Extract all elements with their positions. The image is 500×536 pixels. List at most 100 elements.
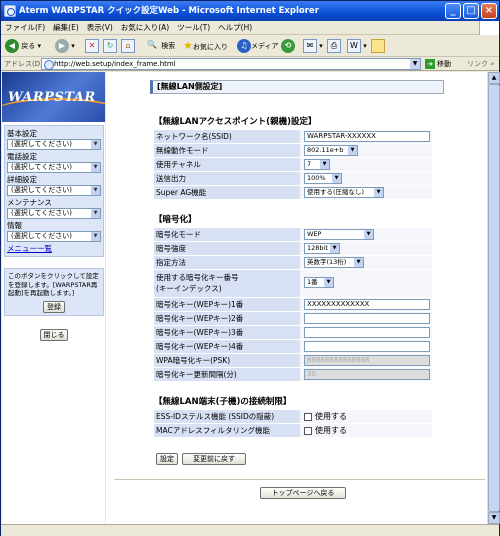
history-button[interactable]: ⟲ xyxy=(281,38,295,54)
refresh-button[interactable]: ↻ xyxy=(103,38,117,54)
links-button[interactable]: リンク » xyxy=(467,57,495,71)
menu-tools[interactable]: ツール(T) xyxy=(173,21,214,35)
menu-edit[interactable]: 編集(E) xyxy=(49,21,83,35)
stop-icon: ✕ xyxy=(85,39,99,53)
ssid-row: ネットワーク名(SSID) WARPSTAR-XXXXXX xyxy=(154,130,432,144)
links-label: リンク xyxy=(467,60,488,68)
mail-button[interactable]: ✉ ▾ xyxy=(303,38,323,54)
folder-icon xyxy=(371,39,385,53)
address-url: http://web.setup/index_frame.html xyxy=(54,60,176,68)
media-label: メディア xyxy=(251,42,279,50)
menu-help[interactable]: ヘルプ(H) xyxy=(214,21,256,35)
channel-select[interactable]: 7 xyxy=(304,159,330,170)
menu-favorites[interactable]: お気に入り(A) xyxy=(117,21,173,35)
enc-mode-select[interactable]: WEP xyxy=(304,229,374,240)
mail-icon: ✉ xyxy=(303,39,317,53)
history-icon: ⟲ xyxy=(281,39,295,53)
interval-input: 30 xyxy=(304,369,430,380)
mode-label: 無線動作モード xyxy=(154,144,300,157)
interval-row: 暗号化キー更新間隔(分) 30 xyxy=(154,368,432,382)
maximize-button[interactable]: □ xyxy=(463,3,479,19)
superag-select[interactable]: 使用する(圧縮なし) xyxy=(304,187,384,198)
key4-row: 暗号化キー(WEPキー)4番 xyxy=(154,340,432,354)
warpstar-logo: WARPSTAR xyxy=(2,72,105,122)
address-dropdown-icon[interactable]: ▼ xyxy=(410,59,420,69)
edit-icon: W xyxy=(347,39,361,53)
key4-input[interactable] xyxy=(304,341,430,352)
strength-label: 暗号強度 xyxy=(154,242,300,255)
ap-section-heading: 【無線LANアクセスポイント(親機)設定】 xyxy=(154,117,317,127)
nav-heading-basic: 基本設定 xyxy=(7,129,37,138)
home-button[interactable]: ⌂ xyxy=(121,38,135,54)
minimize-button[interactable]: _ xyxy=(445,3,461,19)
ssid-input[interactable]: WARPSTAR-XXXXXX xyxy=(304,131,430,142)
nav-select-maintenance[interactable]: (選択してください) xyxy=(7,208,101,219)
address-input[interactable]: http://web.setup/index_frame.html ▼ xyxy=(41,58,421,70)
forward-button[interactable]: ▶ ▾ xyxy=(55,38,75,54)
register-note: このボタンをクリックして設定を登録します。[WARPSTAR再起動]を再起動しま… xyxy=(4,268,104,316)
media-button[interactable]: ♫ メディア xyxy=(237,38,279,54)
scroll-down-icon[interactable]: ▼ xyxy=(488,512,500,524)
go-arrow-icon: ➔ xyxy=(425,59,435,69)
scroll-thumb[interactable] xyxy=(488,84,500,512)
nav-select-basic[interactable]: (選択してください) xyxy=(7,139,101,150)
menu-file[interactable]: ファイル(F) xyxy=(1,21,49,35)
close-button[interactable]: 閉じる xyxy=(40,329,68,341)
mac-checkbox[interactable] xyxy=(304,426,312,435)
mode-select[interactable]: 802.11e+b xyxy=(304,145,358,156)
key1-row: 暗号化キー(WEPキー)1番 XXXXXXXXXXXXX xyxy=(154,298,432,312)
enc-mode-label: 暗号化モード xyxy=(154,228,300,241)
edit-button[interactable]: W ▾ xyxy=(347,38,367,54)
go-label: 移動 xyxy=(437,60,451,68)
key1-input[interactable]: XXXXXXXXXXXXX xyxy=(304,299,430,310)
ess-checkbox[interactable] xyxy=(304,412,312,421)
nav-heading-info: 情報 xyxy=(7,221,22,230)
key-index-row: 使用する暗号化キー番号 (キーインデックス) 1番 xyxy=(154,270,432,298)
power-select[interactable]: 100% xyxy=(304,173,342,184)
vertical-scrollbar[interactable]: ▲ ▼ xyxy=(487,72,500,524)
key-index-select[interactable]: 1番 xyxy=(304,277,334,288)
windows-flag-icon xyxy=(479,21,499,35)
psk-row: WPA暗号化キー(PSK) 88888888888888 xyxy=(154,354,432,368)
power-label: 送信出力 xyxy=(154,172,300,185)
nav-select-info[interactable]: (選択してください) xyxy=(7,231,101,242)
key1-label: 暗号化キー(WEPキー)1番 xyxy=(154,298,300,311)
scroll-up-icon[interactable]: ▲ xyxy=(488,72,500,84)
ess-check-label: 使用する xyxy=(315,412,347,421)
nav-select-advanced[interactable]: (選択してください) xyxy=(7,185,101,196)
back-label: 戻る xyxy=(21,42,36,50)
close-window-button[interactable]: × xyxy=(481,3,497,19)
mac-check-label: 使用する xyxy=(315,426,347,435)
top-page-button[interactable]: トップページへ戻る xyxy=(260,487,346,499)
nav-select-phone[interactable]: (選択してください) xyxy=(7,162,101,173)
folder-button[interactable] xyxy=(371,38,385,54)
nav-heading-advanced: 詳細設定 xyxy=(7,175,37,184)
media-icon: ♫ xyxy=(237,39,251,53)
favorites-button[interactable]: ★お気に入り xyxy=(183,38,228,54)
nav-heading-phone: 電話設定 xyxy=(7,152,37,161)
menu-view[interactable]: 表示(V) xyxy=(83,21,117,35)
toolbar: ◀ 戻る ▾ ▶ ▾ ✕ ↻ ⌂ 🔍 検索 ★お気に入り ♫ メディア ⟲ ✉ ▾… xyxy=(1,35,499,57)
stop-button[interactable]: ✕ xyxy=(85,38,99,54)
menu-list-link[interactable]: メニュー一覧 xyxy=(7,243,101,255)
key-index-label: 使用する暗号化キー番号 (キーインデックス) xyxy=(154,270,300,297)
search-button[interactable]: 🔍 検索 xyxy=(145,38,175,54)
print-button[interactable]: ⎙ xyxy=(327,38,341,54)
register-button[interactable]: 登録 xyxy=(43,300,65,313)
back-button[interactable]: ◀ 戻る ▾ xyxy=(5,38,41,54)
key2-input[interactable] xyxy=(304,313,430,324)
psk-input: 88888888888888 xyxy=(304,355,430,366)
key2-label: 暗号化キー(WEPキー)2番 xyxy=(154,312,300,325)
channel-label: 使用チャネル xyxy=(154,158,300,171)
set-button[interactable]: 設定 xyxy=(156,453,178,465)
revert-button[interactable]: 変更前に戻す xyxy=(182,453,246,465)
nav-panel: 基本設定 (選択してください) 電話設定 (選択してください) 詳細設定 (選択… xyxy=(4,125,104,257)
key3-input[interactable] xyxy=(304,327,430,338)
star-icon: ★ xyxy=(183,39,193,52)
go-button[interactable]: ➔ 移動 xyxy=(425,57,451,71)
print-icon: ⎙ xyxy=(327,39,341,53)
back-arrow-icon: ◀ xyxy=(5,39,19,53)
strength-select[interactable]: 128bit xyxy=(304,243,340,254)
method-row: 指定方法 英数字(13桁) xyxy=(154,256,432,270)
method-select[interactable]: 英数字(13桁) xyxy=(304,257,364,268)
